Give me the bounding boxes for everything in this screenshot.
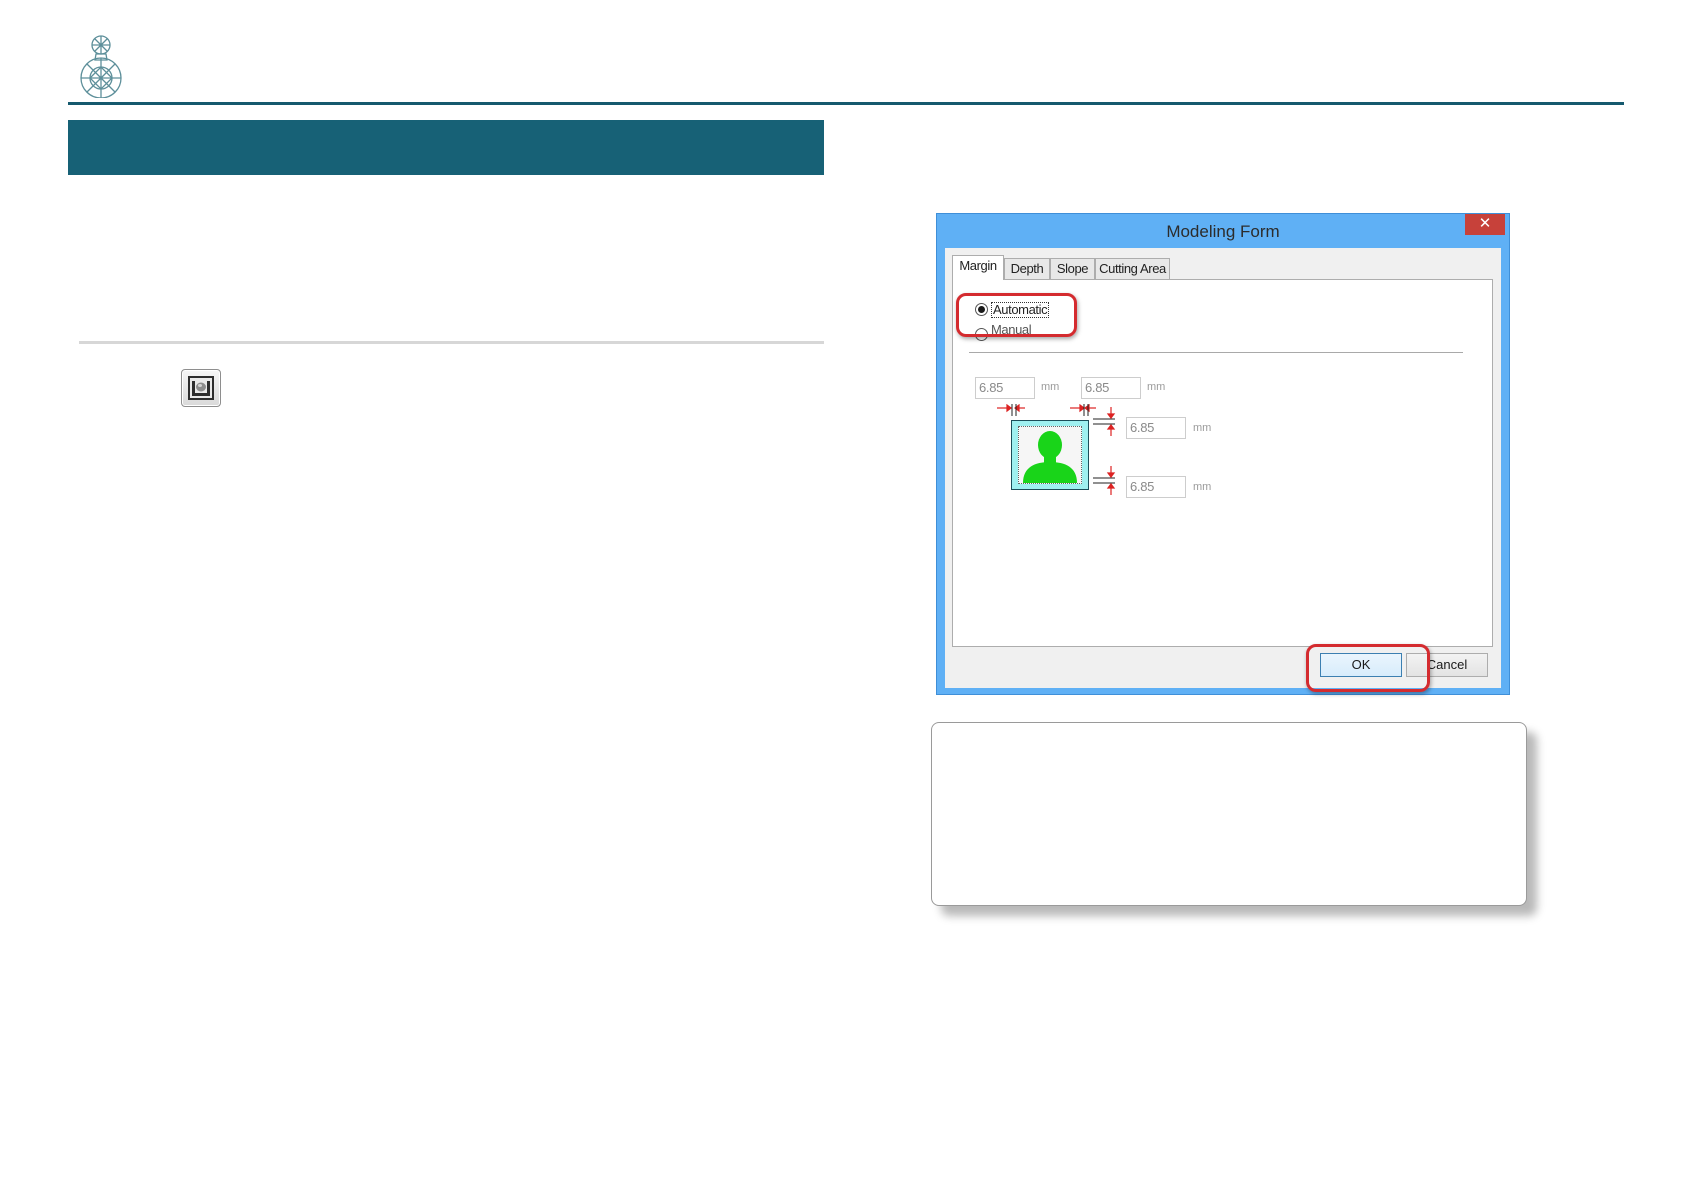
vertical-margin-arrows-icon [1093, 407, 1116, 495]
tab-depth[interactable]: Depth [1004, 258, 1050, 279]
unit-label: mm [1147, 381, 1166, 393]
modeling-form-toolbar-button[interactable] [181, 369, 221, 407]
close-button[interactable]: ✕ [1465, 214, 1505, 235]
left-margin-field[interactable]: 6.85 [975, 377, 1035, 399]
margin-preview [1011, 420, 1089, 490]
person-silhouette-icon [1023, 431, 1077, 483]
brand-logo-icon [76, 34, 126, 99]
unit-label: mm [1041, 381, 1060, 393]
bottom-margin-field[interactable]: 6.85 [1126, 476, 1186, 498]
note-box [931, 722, 1527, 906]
tab-cutting-area[interactable]: Cutting Area [1095, 258, 1170, 279]
unit-label: mm [1193, 481, 1212, 493]
modeling-form-dialog: Modeling Form ✕ Margin Depth Slope Cutti… [936, 213, 1510, 695]
dialog-title: Modeling Form [1166, 222, 1280, 241]
unit-label: mm [1193, 422, 1212, 434]
tab-margin[interactable]: Margin [952, 255, 1004, 280]
group-separator [969, 352, 1463, 353]
header-divider [68, 102, 1624, 105]
ok-highlight [1306, 644, 1430, 692]
portrait-area [1018, 426, 1082, 484]
right-margin-field[interactable]: 6.85 [1081, 377, 1141, 399]
step-divider [79, 341, 824, 344]
section-heading-bar [68, 120, 824, 175]
top-margin-field[interactable]: 6.85 [1126, 417, 1186, 439]
automatic-highlight [956, 293, 1077, 337]
tab-slope[interactable]: Slope [1050, 258, 1095, 279]
modeling-form-icon [188, 376, 214, 400]
